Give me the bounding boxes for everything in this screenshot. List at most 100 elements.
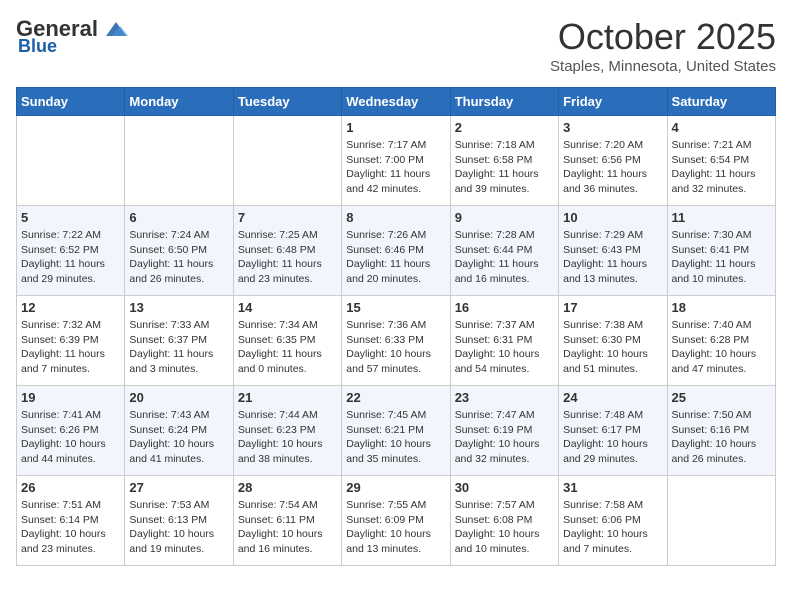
calendar-cell xyxy=(17,116,125,206)
calendar-cell: 17Sunrise: 7:38 AMSunset: 6:30 PMDayligh… xyxy=(559,296,667,386)
day-info: Sunrise: 7:37 AMSunset: 6:31 PMDaylight:… xyxy=(455,318,554,377)
day-header-saturday: Saturday xyxy=(667,88,775,116)
day-info: Sunrise: 7:26 AMSunset: 6:46 PMDaylight:… xyxy=(346,228,445,287)
calendar-cell: 27 Sunrise: 7:53 AMSunset: 6:13 PMDayligh… xyxy=(125,476,233,566)
day-info: Sunrise: 7:41 AMSunset: 6:26 PMDaylight:… xyxy=(21,408,120,467)
day-info: Sunrise: 7:58 AMSunset: 6:06 PMDaylight:… xyxy=(563,498,662,557)
day-info: Sunrise: 7:30 AMSunset: 6:41 PMDaylight:… xyxy=(672,228,771,287)
calendar-cell: 1 Sunrise: 7:17 AMSunset: 7:00 PMDaylight… xyxy=(342,116,450,206)
calendar-cell: 10 Sunrise: 7:29 AMSunset: 6:43 PMDayligh… xyxy=(559,206,667,296)
day-number: 20 xyxy=(129,390,228,405)
calendar-cell: 29 Sunrise: 7:55 AMSunset: 6:09 PMDayligh… xyxy=(342,476,450,566)
calendar-cell: 19 Sunrise: 7:41 AMSunset: 6:26 PMDayligh… xyxy=(17,386,125,476)
calendar-cell: 18 Sunrise: 7:40 AMSunset: 6:28 PMDayligh… xyxy=(667,296,775,386)
day-info: Sunrise: 7:45 AMSunset: 6:21 PMDaylight:… xyxy=(346,408,445,467)
day-number: 23 xyxy=(455,390,554,405)
day-number: 18 xyxy=(672,300,771,315)
logo-blue-text: Blue xyxy=(16,36,57,57)
day-header-friday: Friday xyxy=(559,88,667,116)
day-number: 22 xyxy=(346,390,445,405)
day-number: 26 xyxy=(21,480,120,495)
calendar-header-row: SundayMondayTuesdayWednesdayThursdayFrid… xyxy=(17,88,776,116)
day-info: Sunrise: 7:53 AMSunset: 6:13 PMDaylight:… xyxy=(129,498,228,557)
day-number: 7 xyxy=(238,210,337,225)
day-info: Sunrise: 7:34 AMSunset: 6:35 PMDaylight:… xyxy=(238,318,337,377)
day-number: 29 xyxy=(346,480,445,495)
calendar-cell: 23 Sunrise: 7:47 AMSunset: 6:19 PMDayligh… xyxy=(450,386,558,476)
day-number: 6 xyxy=(129,210,228,225)
day-info: Sunrise: 7:40 AMSunset: 6:28 PMDaylight:… xyxy=(672,318,771,377)
calendar-cell xyxy=(125,116,233,206)
day-info: Sunrise: 7:29 AMSunset: 6:43 PMDaylight:… xyxy=(563,228,662,287)
calendar-cell: 26Sunrise: 7:51 AMSunset: 6:14 PMDayligh… xyxy=(17,476,125,566)
calendar-week-row: 5Sunrise: 7:22 AMSunset: 6:52 PMDaylight… xyxy=(17,206,776,296)
day-number: 19 xyxy=(21,390,120,405)
day-number: 4 xyxy=(672,120,771,135)
calendar-cell xyxy=(667,476,775,566)
day-info: Sunrise: 7:54 AMSunset: 6:11 PMDaylight:… xyxy=(238,498,337,557)
calendar-cell: 6 Sunrise: 7:24 AMSunset: 6:50 PMDaylight… xyxy=(125,206,233,296)
day-info: Sunrise: 7:18 AMSunset: 6:58 PMDaylight:… xyxy=(455,138,554,197)
day-info: Sunrise: 7:32 AMSunset: 6:39 PMDaylight:… xyxy=(21,318,120,377)
calendar-cell xyxy=(233,116,341,206)
day-info: Sunrise: 7:55 AMSunset: 6:09 PMDaylight:… xyxy=(346,498,445,557)
title-section: October 2025 Staples, Minnesota, United … xyxy=(550,16,776,75)
day-info: Sunrise: 7:21 AMSunset: 6:54 PMDaylight:… xyxy=(672,138,771,197)
day-info: Sunrise: 7:47 AMSunset: 6:19 PMDaylight:… xyxy=(455,408,554,467)
day-number: 13 xyxy=(129,300,228,315)
day-number: 16 xyxy=(455,300,554,315)
calendar-cell: 14 Sunrise: 7:34 AMSunset: 6:35 PMDayligh… xyxy=(233,296,341,386)
calendar-cell: 5Sunrise: 7:22 AMSunset: 6:52 PMDaylight… xyxy=(17,206,125,296)
calendar-cell: 28Sunrise: 7:54 AMSunset: 6:11 PMDayligh… xyxy=(233,476,341,566)
calendar-cell: 7 Sunrise: 7:25 AMSunset: 6:48 PMDaylight… xyxy=(233,206,341,296)
day-info: Sunrise: 7:38 AMSunset: 6:30 PMDaylight:… xyxy=(563,318,662,377)
day-number: 21 xyxy=(238,390,337,405)
calendar-cell: 15Sunrise: 7:36 AMSunset: 6:33 PMDayligh… xyxy=(342,296,450,386)
day-info: Sunrise: 7:57 AMSunset: 6:08 PMDaylight:… xyxy=(455,498,554,557)
day-info: Sunrise: 7:28 AMSunset: 6:44 PMDaylight:… xyxy=(455,228,554,287)
calendar-cell: 9 Sunrise: 7:28 AMSunset: 6:44 PMDaylight… xyxy=(450,206,558,296)
logo: General Blue xyxy=(16,16,130,57)
day-info: Sunrise: 7:33 AMSunset: 6:37 PMDaylight:… xyxy=(129,318,228,377)
calendar-cell: 30 Sunrise: 7:57 AMSunset: 6:08 PMDayligh… xyxy=(450,476,558,566)
day-info: Sunrise: 7:43 AMSunset: 6:24 PMDaylight:… xyxy=(129,408,228,467)
day-number: 3 xyxy=(563,120,662,135)
day-number: 11 xyxy=(672,210,771,225)
calendar-cell: 16 Sunrise: 7:37 AMSunset: 6:31 PMDayligh… xyxy=(450,296,558,386)
day-header-thursday: Thursday xyxy=(450,88,558,116)
calendar-cell: 12Sunrise: 7:32 AMSunset: 6:39 PMDayligh… xyxy=(17,296,125,386)
calendar-week-row: 26Sunrise: 7:51 AMSunset: 6:14 PMDayligh… xyxy=(17,476,776,566)
day-number: 10 xyxy=(563,210,662,225)
calendar-cell: 13 Sunrise: 7:33 AMSunset: 6:37 PMDayligh… xyxy=(125,296,233,386)
day-number: 14 xyxy=(238,300,337,315)
day-info: Sunrise: 7:50 AMSunset: 6:16 PMDaylight:… xyxy=(672,408,771,467)
month-title: October 2025 xyxy=(550,16,776,58)
day-number: 15 xyxy=(346,300,445,315)
day-number: 1 xyxy=(346,120,445,135)
day-number: 27 xyxy=(129,480,228,495)
calendar-cell: 8 Sunrise: 7:26 AMSunset: 6:46 PMDaylight… xyxy=(342,206,450,296)
day-number: 2 xyxy=(455,120,554,135)
calendar-cell: 11 Sunrise: 7:30 AMSunset: 6:41 PMDayligh… xyxy=(667,206,775,296)
calendar-cell: 21Sunrise: 7:44 AMSunset: 6:23 PMDayligh… xyxy=(233,386,341,476)
location: Staples, Minnesota, United States xyxy=(550,58,776,75)
calendar-cell: 2 Sunrise: 7:18 AMSunset: 6:58 PMDaylight… xyxy=(450,116,558,206)
day-info: Sunrise: 7:24 AMSunset: 6:50 PMDaylight:… xyxy=(129,228,228,287)
day-number: 8 xyxy=(346,210,445,225)
day-number: 9 xyxy=(455,210,554,225)
day-number: 24 xyxy=(563,390,662,405)
day-info: Sunrise: 7:48 AMSunset: 6:17 PMDaylight:… xyxy=(563,408,662,467)
calendar-week-row: 19 Sunrise: 7:41 AMSunset: 6:26 PMDayligh… xyxy=(17,386,776,476)
day-header-monday: Monday xyxy=(125,88,233,116)
day-header-sunday: Sunday xyxy=(17,88,125,116)
day-info: Sunrise: 7:17 AMSunset: 7:00 PMDaylight:… xyxy=(346,138,445,197)
calendar-week-row: 1 Sunrise: 7:17 AMSunset: 7:00 PMDaylight… xyxy=(17,116,776,206)
logo-icon xyxy=(102,18,130,40)
calendar-cell: 3Sunrise: 7:20 AMSunset: 6:56 PMDaylight… xyxy=(559,116,667,206)
day-number: 30 xyxy=(455,480,554,495)
day-number: 5 xyxy=(21,210,120,225)
calendar-cell: 20 Sunrise: 7:43 AMSunset: 6:24 PMDayligh… xyxy=(125,386,233,476)
day-info: Sunrise: 7:25 AMSunset: 6:48 PMDaylight:… xyxy=(238,228,337,287)
calendar-cell: 25Sunrise: 7:50 AMSunset: 6:16 PMDayligh… xyxy=(667,386,775,476)
calendar-cell: 22 Sunrise: 7:45 AMSunset: 6:21 PMDayligh… xyxy=(342,386,450,476)
